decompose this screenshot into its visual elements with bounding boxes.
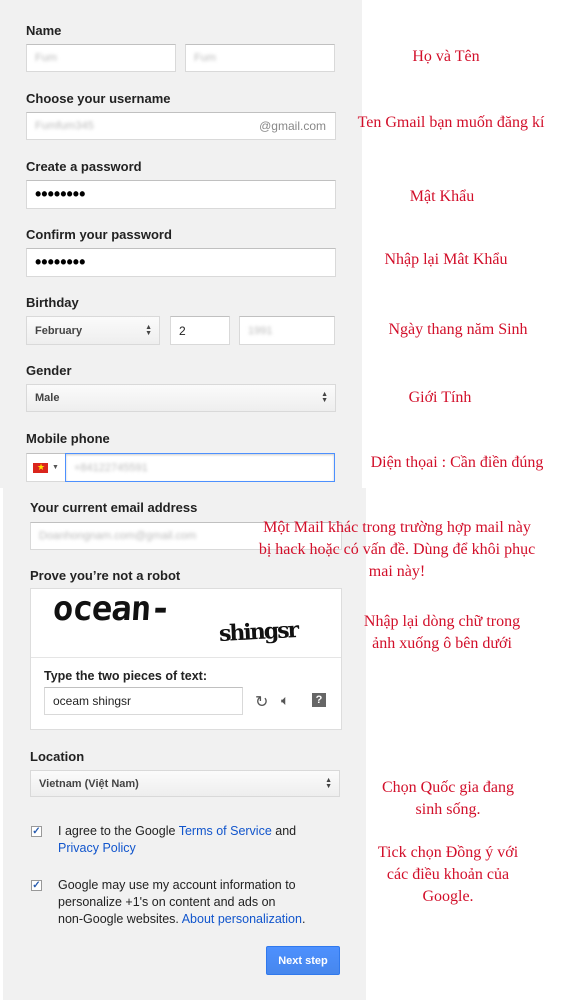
personalization-checkbox[interactable]: ✓: [31, 880, 42, 891]
terms-prefix: I agree to the Google: [58, 824, 179, 838]
audio-icon[interactable]: 🔈︎: [281, 692, 289, 709]
phone-value: +84122745591: [74, 461, 148, 474]
captcha-image: ocean- shingsr: [31, 589, 341, 657]
terms-of-service-link[interactable]: Terms of Service: [179, 824, 272, 838]
signup-panel-top: [0, 0, 362, 488]
select-arrows-icon: ▲ ▼: [325, 776, 332, 790]
location-select[interactable]: Vietnam (Việt Nam) ▲ ▼: [30, 770, 340, 797]
birth-day-input[interactable]: 2: [170, 316, 230, 345]
note-email-line-3: mai này!: [368, 563, 426, 580]
birth-month-value: February: [35, 324, 83, 337]
birth-day-value: 2: [179, 323, 186, 338]
note-password: Mật Khẩu: [409, 188, 475, 205]
personalization-line-3: non-Google websites.: [58, 912, 182, 926]
confirm-password-input[interactable]: ••••••••: [26, 248, 336, 277]
birth-year-input[interactable]: 1991: [239, 316, 335, 345]
phone-label: Mobile phone: [26, 431, 110, 446]
help-icon[interactable]: ?: [312, 693, 326, 707]
vietnam-flag-icon: ★: [33, 462, 48, 473]
note-terms-line-1: Tick chọn Đồng ý với: [377, 844, 519, 861]
terms-text: I agree to the Google Terms of Service a…: [58, 823, 328, 857]
password-value: ••••••••: [35, 184, 86, 204]
personalization-line-1: Google may use my account information to: [58, 878, 296, 892]
terms-checkbox[interactable]: ✓: [31, 826, 42, 837]
password-input[interactable]: ••••••••: [26, 180, 336, 209]
note-terms-line-2: các điều khoản của: [386, 866, 510, 883]
captcha-word-1: ocean-: [51, 589, 172, 629]
name-label: Name: [26, 23, 62, 38]
chevron-down-icon: ▼: [52, 464, 59, 471]
gender-select[interactable]: Male ▲ ▼: [26, 384, 336, 412]
gender-label: Gender: [26, 363, 72, 378]
note-gender: Giới Tính: [408, 389, 472, 406]
captcha-input-value: oceam shingsr: [53, 694, 132, 708]
select-arrows-icon: ▲ ▼: [321, 391, 328, 404]
country-code-select[interactable]: ★ ▼: [26, 453, 66, 482]
note-birthday: Ngày thang năm Sinh: [388, 321, 528, 338]
password-label: Create a password: [26, 159, 142, 174]
note-location-line-2: sinh sống.: [415, 801, 481, 818]
note-terms-line-3: Google.: [422, 888, 474, 905]
gmail-suffix: @gmail.com: [259, 119, 326, 133]
note-username: Ten Gmail bạn muốn đăng kí: [357, 114, 545, 131]
current-email-value: Doanhongnam.com@gmail.com: [39, 530, 197, 542]
confirm-password-value: ••••••••: [35, 252, 86, 272]
captcha-divider: [31, 657, 341, 658]
location-value: Vietnam (Việt Nam): [39, 777, 139, 790]
robot-label: Prove you’re not a robot: [30, 568, 181, 583]
captcha-input[interactable]: oceam shingsr: [44, 687, 243, 715]
username-value: Fumfum345: [35, 120, 94, 132]
refresh-icon[interactable]: ↻: [255, 692, 268, 712]
select-arrows-icon: ▲ ▼: [145, 323, 152, 337]
note-confirm: Nhập lại Mât Khẩu: [384, 251, 508, 268]
birth-month-select[interactable]: February ▲ ▼: [26, 316, 160, 345]
note-location: Chọn Quốc gia đang sinh sống.: [364, 777, 532, 821]
confirm-password-label: Confirm your password: [26, 227, 172, 242]
username-input[interactable]: Fumfum345 @gmail.com: [26, 112, 336, 140]
first-name-value: Fum: [35, 52, 57, 64]
terms-and: and: [271, 824, 297, 838]
personalization-text: Google may use my account information to…: [58, 877, 328, 928]
note-captcha: Nhập lại dòng chữ trong ảnh xuống ô bên …: [348, 611, 536, 655]
note-phone: Diện thọai : Cần điền đúng: [370, 454, 544, 471]
current-email-label: Your current email address: [30, 500, 198, 515]
about-personalization-link[interactable]: About personalization: [182, 912, 302, 926]
personalization-end: .: [301, 912, 306, 926]
next-step-button[interactable]: Next step: [266, 946, 340, 975]
birth-year-value: 1991: [248, 324, 273, 337]
captcha-word-2: shingsr: [218, 616, 298, 648]
note-location-line-1: Chọn Quốc gia đang: [382, 779, 514, 796]
birthday-label: Birthday: [26, 295, 79, 310]
captcha-box: ocean- shingsr Type the two pieces of te…: [30, 588, 342, 730]
personalization-line-2: personalize +1's on content and ads on: [58, 895, 276, 909]
note-email-line-2: bị hack hoặc có vấn đề. Dùng để khôi phụ…: [258, 541, 536, 558]
gender-value: Male: [35, 392, 60, 404]
last-name-value: Fum: [194, 52, 216, 64]
phone-input[interactable]: +84122745591: [65, 453, 335, 482]
captcha-prompt: Type the two pieces of text:: [44, 669, 207, 683]
username-label: Choose your username: [26, 91, 171, 106]
note-name: Họ và Tên: [412, 48, 480, 65]
note-terms: Tick chọn Đồng ý với các điều khoản của …: [362, 842, 534, 908]
first-name-input[interactable]: Fum: [26, 44, 176, 72]
last-name-input[interactable]: Fum: [185, 44, 335, 72]
note-email-line-1: Một Mail khác trong trường hợp mail này: [263, 519, 531, 536]
note-captcha-line-2: ảnh xuống ô bên dưới: [372, 635, 512, 652]
privacy-policy-link[interactable]: Privacy Policy: [58, 841, 136, 855]
note-email: Một Mail khác trong trường hợp mail này …: [232, 517, 562, 583]
location-label: Location: [30, 749, 85, 764]
note-captcha-line-1: Nhập lại dòng chữ trong: [363, 613, 521, 630]
